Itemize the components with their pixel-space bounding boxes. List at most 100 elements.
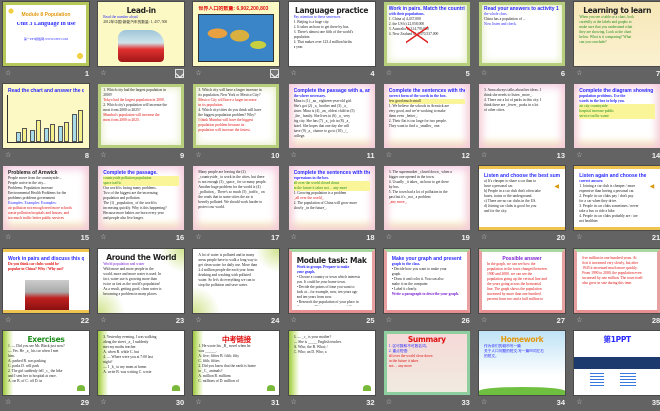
- star-icon[interactable]: ☆: [481, 70, 488, 77]
- star-icon[interactable]: ☆: [195, 152, 202, 159]
- slide-thumbnail-30[interactable]: 3. Yesterday evening, I was walking alon…: [98, 330, 186, 411]
- slide-thumbnail-2[interactable]: Lead-in Read the number aloud. 2012年中国-新能汽…: [98, 2, 186, 82]
- slide-thumbnail-35[interactable]: 第1PPT ☆ 35: [574, 330, 660, 411]
- star-icon[interactable]: ☆: [195, 70, 202, 77]
- slide-preview[interactable]: 3. The supermarket _closed down_ when a …: [383, 166, 470, 231]
- star-icon[interactable]: ☆: [291, 234, 298, 241]
- media-icon[interactable]: [270, 69, 280, 78]
- slide-preview[interactable]: Many people are leaving the (2) _countrys…: [193, 166, 280, 231]
- star-icon[interactable]: ☆: [291, 152, 298, 159]
- star-icon[interactable]: ☆: [100, 70, 107, 77]
- slide-preview[interactable]: Complete the passage. countryside pollut…: [98, 166, 185, 231]
- slide-thumbnail-23[interactable]: Around the World World population and wat…: [98, 248, 186, 329]
- star-icon[interactable]: ☆: [100, 234, 107, 241]
- star-icon[interactable]: ☆: [5, 398, 12, 406]
- slide-preview[interactable]: 中考链接 1. He wrote his _B_ novel when he wa…: [193, 330, 280, 395]
- slide-preview[interactable]: 3. — _c_ is your mother? — She is _____ …: [288, 330, 375, 395]
- slide-thumbnail-19[interactable]: 3. The supermarket _closed down_ when a …: [383, 166, 472, 246]
- star-icon[interactable]: ☆: [481, 398, 488, 406]
- slide-preview[interactable]: Module 8 Population Unit 3 Language in us…: [3, 2, 89, 66]
- slide-preview[interactable]: Complete the sentences with the expressio…: [288, 166, 375, 231]
- slide-thumbnail-5[interactable]: Work in pairs. Match the countries with t…: [383, 2, 472, 82]
- slide-preview[interactable]: Listen again and choose the correct answe…: [574, 166, 660, 231]
- slide-preview[interactable]: Possible answer In the graph, we can see …: [479, 248, 565, 313]
- star-icon[interactable]: ☆: [5, 234, 12, 241]
- slide-preview[interactable]: 3. Yesterday evening, I was walking alon…: [98, 330, 185, 395]
- star-icon[interactable]: ☆: [576, 152, 583, 159]
- slide-preview[interactable]: Read the chart and answer the questions.: [3, 84, 89, 149]
- slide-thumbnail-17[interactable]: Many people are leaving the (2) _countrys…: [193, 166, 281, 246]
- star-icon[interactable]: ☆: [576, 316, 583, 324]
- slide-preview[interactable]: Read your answers to activity 1 the whole…: [479, 2, 565, 66]
- star-icon[interactable]: ☆: [100, 398, 107, 406]
- star-icon[interactable]: ☆: [576, 70, 583, 77]
- slide-thumbnail-24[interactable]: A lot of water is polluted and in many ar…: [193, 248, 281, 329]
- slide-preview[interactable]: Summary 1. 区可数和不可数名词。 2. 重点短语: all over th…: [383, 330, 470, 395]
- slide-preview[interactable]: Complete the diagram showing population p…: [574, 84, 660, 149]
- star-icon[interactable]: ☆: [576, 234, 583, 241]
- slide-preview[interactable]: 第1PPT: [574, 330, 660, 395]
- star-icon[interactable]: ☆: [291, 316, 298, 324]
- slide-preview[interactable]: 世界人口的数量: 6,902,200,803: [193, 2, 280, 66]
- star-icon[interactable]: ☆: [5, 152, 12, 159]
- star-icon[interactable]: ☆: [5, 316, 12, 324]
- slide-thumbnail-29[interactable]: Exercises 1. — Did you see Mr. Black just…: [3, 330, 91, 411]
- slide-preview[interactable]: Lead-in Read the number aloud. 2012年中国-新能汽…: [98, 2, 185, 66]
- slide-thumbnail-32[interactable]: 3. — _c_ is your mother? — She is _____ …: [288, 330, 377, 411]
- slide-thumbnail-11[interactable]: Complete the passage with a, an or the wh…: [288, 84, 377, 164]
- star-icon[interactable]: ☆: [195, 234, 202, 241]
- slide-thumbnail-1[interactable]: Module 8 Population Unit 3 Language in us…: [3, 2, 91, 82]
- star-icon[interactable]: ☆: [100, 152, 107, 159]
- slide-thumbnail-21[interactable]: Listen again and choose the correct answe…: [574, 166, 660, 246]
- slide-thumbnail-8[interactable]: Read the chart and answer the questions.…: [3, 84, 91, 164]
- star-icon[interactable]: ☆: [386, 152, 393, 159]
- slide-thumbnail-9[interactable]: 1. Which city had the largest population…: [98, 84, 186, 164]
- slide-preview[interactable]: five million in one hundred years. At fir…: [574, 248, 660, 313]
- slide-preview[interactable]: Work in pairs and discuss this question.…: [3, 248, 89, 313]
- slide-thumbnail-25[interactable]: Module task: Making a graphWork in group…: [288, 248, 377, 329]
- star-icon[interactable]: ☆: [576, 398, 583, 406]
- slide-thumbnail-27[interactable]: Possible answer In the graph, we can see …: [479, 248, 567, 329]
- star-icon[interactable]: ☆: [100, 316, 107, 324]
- slide-thumbnail-16[interactable]: Complete the passage. countryside pollut…: [98, 166, 186, 246]
- slide-thumbnail-4[interactable]: Language practice Pay attention to these …: [288, 2, 377, 82]
- star-icon[interactable]: ☆: [386, 398, 393, 406]
- slide-preview[interactable]: A lot of water is polluted and in many ar…: [193, 248, 280, 313]
- slide-thumbnail-12[interactable]: Complete the sentences with the correct f…: [383, 84, 472, 164]
- slide-thumbnail-14[interactable]: Complete the diagram showing population p…: [574, 84, 660, 164]
- slide-thumbnail-3[interactable]: 世界人口的数量: 6,902,200,803 ☆: [193, 2, 281, 82]
- slide-thumbnail-20[interactable]: Listen and choose the best summary.a) It…: [479, 166, 567, 246]
- slide-preview[interactable]: 1. Which city had the largest population…: [98, 84, 185, 149]
- star-icon[interactable]: ☆: [481, 316, 488, 324]
- slide-thumbnail-18[interactable]: Complete the sentences with the expressio…: [288, 166, 377, 246]
- slide-thumbnail-15[interactable]: Problems of Arnwick People move from the …: [3, 166, 91, 246]
- slide-thumbnail-7[interactable]: Learning to learn When you see a table or…: [574, 2, 660, 82]
- slide-thumbnail-6[interactable]: Read your answers to activity 1 the whole…: [479, 2, 567, 82]
- slide-thumbnail-10[interactable]: 3. Which city will have a larger increas…: [193, 84, 281, 164]
- star-icon[interactable]: ☆: [386, 234, 393, 241]
- star-icon[interactable]: ☆: [386, 70, 393, 77]
- star-icon[interactable]: ☆: [291, 398, 298, 406]
- slide-thumbnail-31[interactable]: 中考链接 1. He wrote his _B_ novel when he wa…: [193, 330, 281, 411]
- slide-preview[interactable]: Listen and choose the best summary.a) It…: [479, 166, 565, 231]
- slide-preview[interactable]: Problems of Arnwick People move from the …: [3, 166, 89, 231]
- slide-preview[interactable]: Complete the passage with a, an or the wh…: [288, 84, 375, 149]
- slide-thumbnail-28[interactable]: five million in one hundred years. At fir…: [574, 248, 660, 329]
- slide-preview[interactable]: Make your graph and present yourgraph to…: [383, 248, 470, 313]
- star-icon[interactable]: ☆: [291, 70, 298, 77]
- star-icon[interactable]: ☆: [481, 152, 488, 159]
- slide-preview[interactable]: Learning to learn When you see a table or…: [574, 2, 660, 66]
- slide-thumbnail-13[interactable]: 3. Anna always talks about her ideas. I …: [479, 84, 567, 164]
- slide-preview[interactable]: Around the World World population and wat…: [98, 248, 185, 313]
- slide-preview[interactable]: Work in pairs. Match the countries with t…: [383, 2, 470, 66]
- slide-thumbnail-26[interactable]: Make your graph and present yourgraph to…: [383, 248, 472, 329]
- slide-thumbnail-33[interactable]: Summary 1. 区可数和不可数名词。 2. 重点短语: all over th…: [383, 330, 472, 411]
- slide-preview[interactable]: 3. Anna always talks about her ideas. I …: [479, 84, 565, 149]
- star-icon[interactable]: ☆: [195, 398, 202, 406]
- slide-preview[interactable]: Module task: Making a graphWork in group…: [288, 248, 375, 313]
- slide-preview[interactable]: 3. Which city will have a larger increas…: [193, 84, 280, 149]
- star-icon[interactable]: ☆: [481, 234, 488, 241]
- slide-preview[interactable]: Homework 作为你们的城市写一篇 关于人口问题的短文,写一篇80词左右 的短文。: [479, 330, 565, 395]
- slide-preview[interactable]: Language practice Pay attention to these …: [288, 2, 375, 66]
- slide-preview[interactable]: Exercises 1. — Did you see Mr. Black just…: [3, 330, 89, 395]
